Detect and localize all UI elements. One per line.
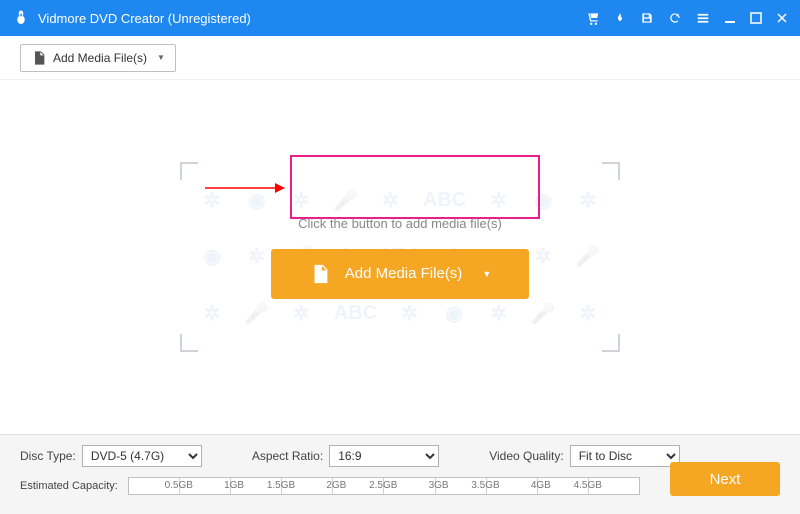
dropdown-caret-icon: ▼ — [482, 269, 491, 279]
add-file-icon — [309, 263, 331, 285]
add-file-icon — [31, 50, 47, 66]
footer: Disc Type: DVD-5 (4.7G) Aspect Ratio: 16… — [0, 434, 800, 514]
corner-decoration — [602, 162, 620, 180]
maximize-icon[interactable] — [750, 12, 762, 24]
footer-options: Disc Type: DVD-5 (4.7G) Aspect Ratio: 16… — [20, 445, 780, 467]
corner-decoration — [180, 334, 198, 352]
burn-icon[interactable] — [614, 11, 626, 25]
save-icon[interactable] — [640, 11, 654, 25]
video-quality-select[interactable]: Fit to Disc — [570, 445, 680, 467]
main-area: ✲◉✲🎤✲ABC✲◉✲ ◉✲🎤✲ABC✲◉✲🎤 ✲🎤✲ABC✲◉✲🎤✲ Clic… — [0, 80, 800, 434]
add-media-button-small[interactable]: Add Media File(s) ▼ — [20, 44, 176, 72]
video-quality-label: Video Quality: — [489, 449, 564, 463]
toolbar: Add Media File(s) ▼ — [0, 36, 800, 80]
capacity-label: Estimated Capacity: — [20, 480, 118, 492]
corner-decoration — [602, 334, 620, 352]
add-media-label-big: Add Media File(s) — [345, 265, 463, 282]
aspect-ratio-label: Aspect Ratio: — [252, 449, 323, 463]
app-logo-icon — [12, 9, 30, 27]
disc-type-select[interactable]: DVD-5 (4.7G) — [82, 445, 202, 467]
menu-icon[interactable] — [696, 11, 710, 25]
app-title: Vidmore DVD Creator (Unregistered) — [38, 11, 586, 26]
dropdown-caret-icon: ▼ — [157, 53, 165, 62]
close-icon[interactable] — [776, 12, 788, 24]
aspect-ratio-select[interactable]: 16:9 — [329, 445, 439, 467]
minimize-icon[interactable] — [724, 12, 736, 24]
capacity-bar: 0.5GB 1GB 1.5GB 2GB 2.5GB 3GB 3.5GB 4GB … — [128, 477, 640, 495]
dropzone: ✲◉✲🎤✲ABC✲◉✲ ◉✲🎤✲ABC✲◉✲🎤 ✲🎤✲ABC✲◉✲🎤✲ Clic… — [180, 162, 620, 352]
titlebar: Vidmore DVD Creator (Unregistered) — [0, 0, 800, 36]
corner-decoration — [180, 162, 198, 180]
add-media-label-small: Add Media File(s) — [53, 51, 147, 65]
refresh-icon[interactable] — [668, 11, 682, 25]
hint-text: Click the button to add media file(s) — [298, 216, 502, 231]
next-button[interactable]: Next — [670, 462, 780, 496]
add-media-button-big[interactable]: Add Media File(s) ▼ — [271, 249, 529, 299]
cart-icon[interactable] — [586, 11, 600, 25]
titlebar-actions — [586, 11, 788, 25]
footer-capacity: Estimated Capacity: 0.5GB 1GB 1.5GB 2GB … — [20, 477, 780, 495]
disc-type-label: Disc Type: — [20, 449, 76, 463]
